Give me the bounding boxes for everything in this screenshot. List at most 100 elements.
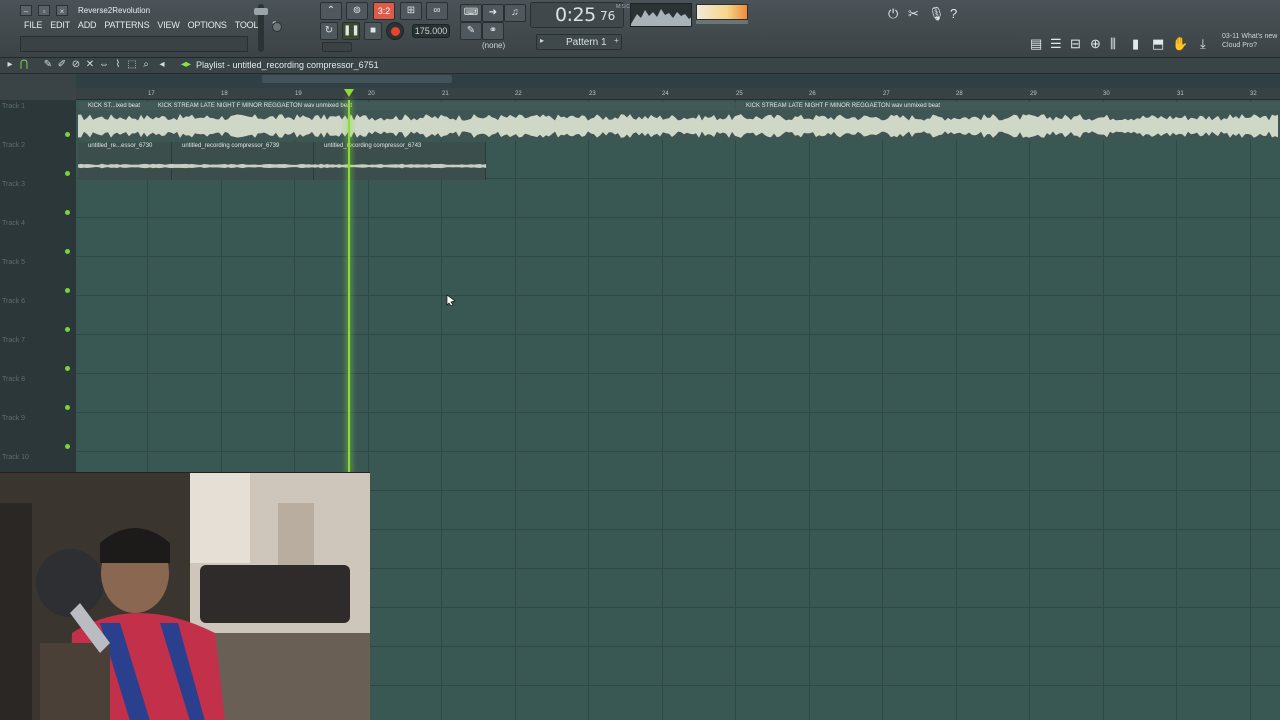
- playhead[interactable]: [348, 100, 350, 472]
- track-label[interactable]: Track 8: [2, 376, 25, 383]
- news-panel[interactable]: 03-11 What's new Cloud Pro?: [1222, 32, 1277, 50]
- clip-title[interactable]: KICK STREAM LATE NIGHT F MINOR REGGAETON…: [736, 102, 1280, 110]
- touch-icon[interactable]: ✋: [1172, 36, 1188, 52]
- track-mute-led[interactable]: [65, 366, 70, 371]
- webcam-image: [0, 473, 370, 720]
- slip-tool-icon[interactable]: ⇔: [98, 59, 110, 70]
- menu-patterns[interactable]: PATTERNS: [100, 18, 153, 32]
- pencil-icon[interactable]: ✎: [460, 22, 482, 40]
- paint-tool-icon[interactable]: ✐: [56, 59, 68, 70]
- track-mute-led[interactable]: [65, 132, 70, 137]
- tempo-display[interactable]: 175.000: [412, 24, 450, 38]
- track-label[interactable]: Track 7: [2, 337, 25, 344]
- clip-title[interactable]: KICK STREAM LATE NIGHT F MINOR REGGAETON…: [148, 102, 734, 110]
- mouse-cursor-icon: [446, 294, 456, 306]
- tempo-nudge[interactable]: [322, 42, 352, 52]
- waveform-track2: [78, 163, 486, 169]
- ruler-bar: 31: [1177, 91, 1184, 97]
- ruler-bar: 30: [1103, 91, 1110, 97]
- mic-icon[interactable]: 🎙: [928, 6, 945, 22]
- ruler-bar: 25: [736, 91, 743, 97]
- track-label[interactable]: Track 10: [2, 454, 29, 461]
- link-icon[interactable]: ⚭: [482, 22, 504, 40]
- song-position-badge[interactable]: 3:2: [373, 2, 395, 20]
- slice-tool-icon[interactable]: ⌇: [112, 59, 124, 70]
- horizontal-scrollbar[interactable]: [262, 75, 452, 83]
- bell-icon[interactable]: ♫: [504, 4, 526, 22]
- help-icon[interactable]: ?: [950, 6, 957, 21]
- plugin-icon[interactable]: ⊕: [1090, 36, 1101, 52]
- pattern-add-icon[interactable]: +: [614, 36, 619, 45]
- track-mute-led[interactable]: [65, 288, 70, 293]
- track-label[interactable]: Track 5: [2, 259, 25, 266]
- news-line1: What's new: [1241, 33, 1278, 40]
- track-mute-led[interactable]: [65, 210, 70, 215]
- close-icon[interactable]: ×: [56, 4, 68, 16]
- minimize-icon[interactable]: –: [20, 4, 32, 16]
- stop-icon[interactable]: ■: [364, 22, 382, 40]
- time-main: 0:25: [555, 4, 596, 26]
- ruler-bar: 26: [809, 91, 816, 97]
- menu-edit[interactable]: EDIT: [46, 18, 74, 32]
- playhead-marker[interactable]: [344, 89, 354, 97]
- cpu-meter: [696, 4, 748, 20]
- metronome-icon[interactable]: ⌃: [320, 2, 342, 20]
- time-centiseconds: 76: [600, 9, 616, 23]
- loop-record-icon[interactable]: ∞: [426, 2, 448, 20]
- mute-tool-icon[interactable]: ✕: [84, 59, 96, 70]
- restore-icon[interactable]: ▫: [38, 4, 50, 16]
- snap-selector[interactable]: (none): [482, 41, 505, 50]
- menu-file[interactable]: FILE: [20, 18, 46, 32]
- piano-roll-icon[interactable]: ⊟: [1070, 36, 1081, 52]
- track-mute-led[interactable]: [65, 444, 70, 449]
- master-pitch-knob[interactable]: [272, 22, 282, 32]
- clip-title[interactable]: KICK ST...ixed beat: [78, 102, 148, 110]
- playlist-menu-icon[interactable]: ▸: [4, 59, 16, 70]
- zoom-tool-icon[interactable]: ⌕: [140, 59, 152, 70]
- timeline-ruler[interactable]: [76, 88, 1280, 100]
- hint-bar: [20, 36, 248, 52]
- menu-add[interactable]: ADD: [74, 18, 100, 32]
- track-label[interactable]: Track 1: [2, 103, 25, 110]
- pattern-prev-icon[interactable]: ▸: [540, 36, 544, 45]
- wait-record-icon[interactable]: ⊚: [346, 2, 368, 20]
- playlist-arrows-icon[interactable]: ◂▸: [180, 59, 192, 70]
- project-title: Reverse2Revolution: [78, 5, 151, 15]
- playlist-view-icon[interactable]: ▤: [1030, 36, 1042, 52]
- snap-magnet-icon[interactable]: ⋂: [18, 59, 30, 70]
- ruler-bar: 21: [442, 91, 449, 97]
- step-edit-icon[interactable]: ⊞: [400, 2, 422, 20]
- waveform-track1: [78, 114, 1278, 138]
- menu-bar: FILE EDIT ADD PATTERNS VIEW OPTIONS TOOL…: [20, 18, 281, 32]
- browser-icon[interactable]: ▮: [1132, 36, 1139, 52]
- track-label[interactable]: Track 3: [2, 181, 25, 188]
- select-tool-icon[interactable]: ⬚: [126, 59, 138, 70]
- ruler-bar: 32: [1250, 91, 1257, 97]
- power-icon[interactable]: ⏻: [888, 6, 898, 22]
- pause-icon[interactable]: ❚❚: [342, 22, 360, 40]
- master-volume-handle[interactable]: [254, 8, 268, 15]
- track-label[interactable]: Track 9: [2, 415, 25, 422]
- track-mute-led[interactable]: [65, 405, 70, 410]
- mixer-icon[interactable]: ⫼: [1110, 36, 1116, 52]
- download-icon[interactable]: ⤓: [1200, 36, 1206, 52]
- delete-tool-icon[interactable]: ⊘: [70, 59, 82, 70]
- track-label[interactable]: Track 2: [2, 142, 25, 149]
- menu-view[interactable]: VIEW: [153, 18, 183, 32]
- track-label[interactable]: Track 4: [2, 220, 25, 227]
- channel-rack-icon[interactable]: ☰: [1050, 36, 1062, 52]
- plugin-picker-icon[interactable]: ⬒: [1152, 36, 1164, 52]
- track-mute-led[interactable]: [65, 249, 70, 254]
- arrow-right-icon[interactable]: ➜: [482, 4, 504, 22]
- playback-tool-icon[interactable]: ◂: [156, 59, 168, 70]
- tools-icon[interactable]: ✂: [908, 6, 919, 22]
- record-button[interactable]: [386, 22, 404, 40]
- track-mute-led[interactable]: [65, 171, 70, 176]
- track-mute-led[interactable]: [65, 327, 70, 332]
- song-mode-icon[interactable]: ↻: [320, 22, 338, 40]
- menu-options[interactable]: OPTIONS: [184, 18, 231, 32]
- track-label[interactable]: Track 6: [2, 298, 25, 305]
- draw-tool-icon[interactable]: ✎: [42, 59, 54, 70]
- typing-keyboard-icon[interactable]: ⌨: [460, 4, 482, 22]
- ruler-bar: 28: [956, 91, 963, 97]
